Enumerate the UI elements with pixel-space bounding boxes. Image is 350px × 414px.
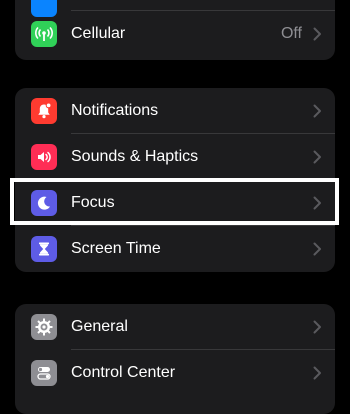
- row-cellular[interactable]: Cellular Off: [15, 11, 335, 57]
- settings-group-system: General Control Center: [15, 304, 335, 414]
- row-sounds-haptics[interactable]: Sounds & Haptics: [15, 134, 335, 180]
- row-label-general: General: [71, 318, 128, 335]
- row-value-cellular: Off: [280, 25, 302, 42]
- row-focus[interactable]: Focus: [15, 180, 335, 226]
- row-general[interactable]: General: [15, 304, 335, 350]
- moon-icon: [31, 190, 57, 216]
- chevron-right-icon: [313, 104, 321, 118]
- chevron-right-icon: [313, 150, 321, 164]
- row-control-center[interactable]: Control Center: [15, 350, 335, 396]
- row-label-cellular: Cellular: [71, 25, 126, 42]
- bell-icon: [31, 98, 57, 124]
- toggles-icon: [31, 360, 57, 386]
- row-label-screen-time: Screen Time: [71, 240, 161, 257]
- hourglass-icon: [31, 236, 57, 262]
- chevron-right-icon: [313, 27, 321, 41]
- speaker-icon: [31, 144, 57, 170]
- gear-icon: [31, 314, 57, 340]
- chevron-right-icon: [313, 320, 321, 334]
- antenna-icon: [31, 21, 57, 47]
- row-label-focus: Focus: [71, 194, 115, 211]
- row-label-notifications: Notifications: [71, 102, 159, 119]
- chevron-right-icon: [313, 366, 321, 380]
- settings-group-connectivity: Cellular Off: [15, 0, 335, 60]
- chevron-right-icon: [313, 196, 321, 210]
- row-screen-time[interactable]: Screen Time: [15, 226, 335, 272]
- row-notifications[interactable]: Notifications: [15, 88, 335, 134]
- row-label-sounds-haptics: Sounds & Haptics: [71, 148, 199, 165]
- row-label-control-center: Control Center: [71, 364, 176, 381]
- settings-group-attention: Notifications Sounds & Haptics Focus Scr…: [15, 88, 335, 272]
- chevron-right-icon: [313, 242, 321, 256]
